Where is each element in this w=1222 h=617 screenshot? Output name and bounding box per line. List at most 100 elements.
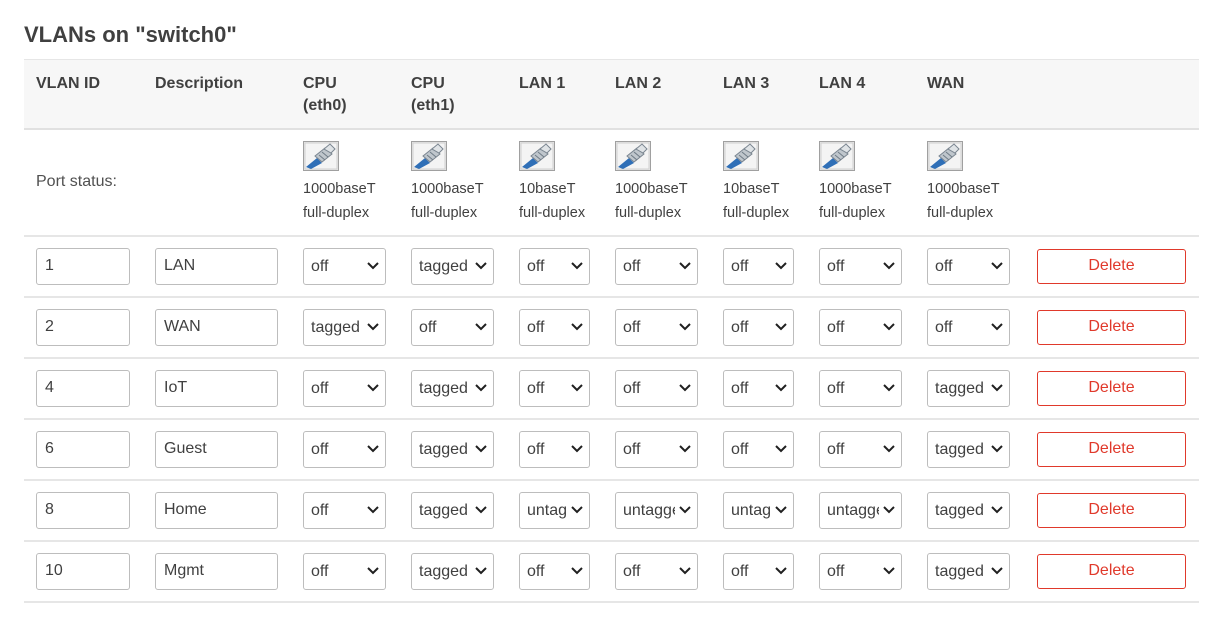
ethernet-port-icon [303,140,399,171]
vlan-row: offuntaggedtagged offuntaggedtagged offunt… [24,235,1199,298]
col-header-cpu-eth1: CPU (eth1) [399,59,507,130]
port-mode-select-lan3[interactable]: offuntaggedtagged [723,247,794,285]
port-mode-select-wan[interactable]: offuntaggedtagged [927,430,1010,468]
port-duplex: full-duplex [519,204,586,221]
port-mode-cell-cpu-eth1: offuntaggedtagged [399,235,507,298]
delete-button[interactable]: Delete [1037,370,1186,406]
port-mode-select-lan4[interactable]: offuntaggedtagged [819,308,902,346]
port-mode-select-lan3[interactable]: offuntaggedtagged [723,491,794,529]
vlan-description-input[interactable] [155,369,278,407]
port-mode-select-lan2[interactable]: offuntaggedtagged [615,491,698,529]
port-mode-cell-cpu-eth0: offuntaggedtagged [291,296,399,359]
delete-button[interactable]: Delete [1037,553,1186,589]
col-header-vlan-id: VLAN ID [24,59,143,130]
vlan-id-input[interactable] [36,369,130,407]
port-mode-cell-cpu-eth0: offuntaggedtagged [291,235,399,298]
port-mode-select-cpu-eth1[interactable]: offuntaggedtagged [411,430,494,468]
actions-cell: Delete [1025,357,1199,420]
port-mode-select-lan2[interactable]: offuntaggedtagged [615,308,698,346]
port-duplex: full-duplex [411,204,478,221]
port-mode-select-cpu-eth1[interactable]: offuntaggedtagged [411,247,494,285]
ethernet-port-icon [519,140,603,171]
port-mode-select-wan[interactable]: offuntaggedtagged [927,247,1010,285]
vlan-id-input[interactable] [36,247,130,285]
port-mode-select-wan[interactable]: offuntaggedtagged [927,369,1010,407]
port-mode-select-cpu-eth0[interactable]: offuntaggedtagged [303,247,386,285]
port-mode-select-lan3[interactable]: offuntaggedtagged [723,552,794,590]
vlan-id-cell [24,540,143,603]
port-mode-cell-wan: offuntaggedtagged [915,418,1025,481]
port-status-lan1: 10baseT full-duplex [507,128,603,237]
vlan-id-cell [24,296,143,359]
port-mode-select-lan1[interactable]: offuntaggedtagged [519,369,590,407]
port-mode-cell-lan1: offuntaggedtagged [507,235,603,298]
port-mode-select-cpu-eth0[interactable]: offuntaggedtagged [303,369,386,407]
port-mode-cell-cpu-eth1: offuntaggedtagged [399,357,507,420]
port-speed: 10baseT [519,180,576,197]
port-mode-select-lan2[interactable]: offuntaggedtagged [615,247,698,285]
delete-button[interactable]: Delete [1037,492,1186,528]
port-mode-select-lan1[interactable]: offuntaggedtagged [519,308,590,346]
port-mode-select-lan1[interactable]: offuntaggedtagged [519,552,590,590]
port-mode-select-cpu-eth1[interactable]: offuntaggedtagged [411,369,494,407]
port-mode-select-cpu-eth0[interactable]: offuntaggedtagged [303,491,386,529]
col-header-actions [1025,59,1199,130]
port-mode-select-lan2[interactable]: offuntaggedtagged [615,552,698,590]
ethernet-port-icon [927,140,1025,171]
vlan-description-input[interactable] [155,247,278,285]
port-mode-cell-lan2: offuntaggedtagged [603,296,711,359]
port-mode-select-lan3[interactable]: offuntaggedtagged [723,369,794,407]
port-mode-select-lan2[interactable]: offuntaggedtagged [615,430,698,468]
vlan-id-input[interactable] [36,552,130,590]
port-mode-select-lan4[interactable]: offuntaggedtagged [819,552,902,590]
port-mode-cell-cpu-eth0: offuntaggedtagged [291,479,399,542]
vlan-id-input[interactable] [36,308,130,346]
col-header-lan4: LAN 4 [807,59,915,130]
port-mode-cell-wan: offuntaggedtagged [915,357,1025,420]
port-mode-cell-wan: offuntaggedtagged [915,540,1025,603]
vlan-description-input[interactable] [155,308,278,346]
port-mode-cell-wan: offuntaggedtagged [915,479,1025,542]
vlan-description-input[interactable] [155,552,278,590]
port-mode-select-lan4[interactable]: offuntaggedtagged [819,247,902,285]
port-mode-select-lan2[interactable]: offuntaggedtagged [615,369,698,407]
port-mode-select-cpu-eth0[interactable]: offuntaggedtagged [303,308,386,346]
port-mode-cell-lan4: offuntaggedtagged [807,235,915,298]
port-mode-select-lan4[interactable]: offuntaggedtagged [819,369,902,407]
port-mode-cell-cpu-eth1: offuntaggedtagged [399,540,507,603]
delete-button[interactable]: Delete [1037,309,1186,345]
port-mode-select-cpu-eth1[interactable]: offuntaggedtagged [411,308,494,346]
actions-cell: Delete [1025,235,1199,298]
port-mode-select-wan[interactable]: offuntaggedtagged [927,552,1010,590]
vlan-id-input[interactable] [36,491,130,529]
port-mode-cell-lan3: offuntaggedtagged [711,296,807,359]
vlan-description-input[interactable] [155,491,278,529]
port-mode-select-cpu-eth1[interactable]: offuntaggedtagged [411,491,494,529]
port-mode-select-lan1[interactable]: offuntaggedtagged [519,430,590,468]
port-mode-select-lan1[interactable]: offuntaggedtagged [519,491,590,529]
delete-button[interactable]: Delete [1037,248,1186,284]
port-mode-cell-lan4: offuntaggedtagged [807,418,915,481]
port-mode-select-wan[interactable]: offuntaggedtagged [927,491,1010,529]
vlan-description-input[interactable] [155,430,278,468]
port-mode-select-cpu-eth1[interactable]: offuntaggedtagged [411,552,494,590]
port-mode-cell-cpu-eth0: offuntaggedtagged [291,540,399,603]
port-mode-cell-lan3: offuntaggedtagged [711,235,807,298]
port-mode-select-cpu-eth0[interactable]: offuntaggedtagged [303,552,386,590]
port-status-empty [1025,128,1199,237]
port-mode-cell-lan4: offuntaggedtagged [807,540,915,603]
port-mode-select-wan[interactable]: offuntaggedtagged [927,308,1010,346]
vlan-id-input[interactable] [36,430,130,468]
delete-button[interactable]: Delete [1037,431,1186,467]
port-mode-cell-lan1: offuntaggedtagged [507,479,603,542]
port-mode-select-cpu-eth0[interactable]: offuntaggedtagged [303,430,386,468]
port-duplex: full-duplex [615,204,682,221]
port-mode-select-lan1[interactable]: offuntaggedtagged [519,247,590,285]
port-speed: 1000baseT [615,180,688,197]
port-mode-cell-lan3: offuntaggedtagged [711,418,807,481]
port-mode-select-lan4[interactable]: offuntaggedtagged [819,430,902,468]
port-speed: 1000baseT [411,180,484,197]
port-mode-select-lan3[interactable]: offuntaggedtagged [723,430,794,468]
port-mode-select-lan3[interactable]: offuntaggedtagged [723,308,794,346]
port-mode-select-lan4[interactable]: offuntaggedtagged [819,491,902,529]
